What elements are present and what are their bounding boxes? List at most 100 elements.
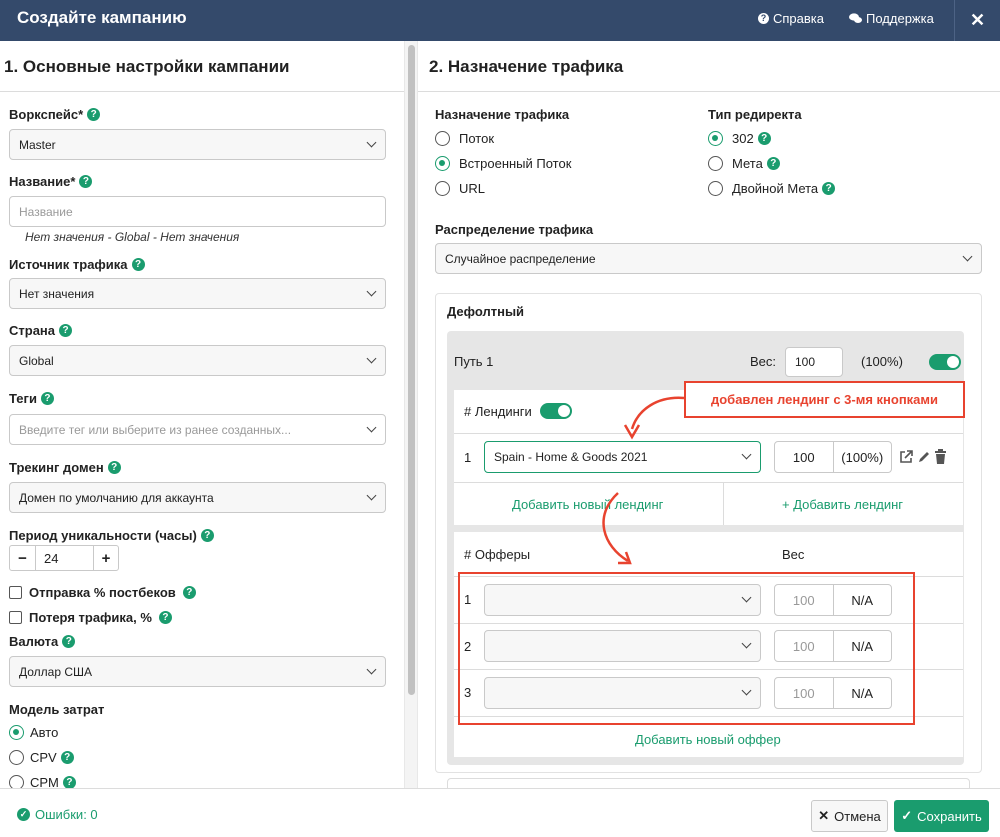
landers-toggle[interactable] (540, 403, 572, 419)
destination-flow-radio[interactable]: Поток (435, 131, 494, 146)
workspace-label-text: Ворк­спейс* (9, 107, 84, 122)
help-icon[interactable]: ? (60, 751, 74, 764)
external-link-icon[interactable] (899, 450, 913, 464)
question-icon: ? (758, 13, 769, 24)
next-path-card (447, 778, 970, 788)
divider (0, 91, 404, 92)
path-label: Путь 1 (454, 354, 494, 369)
support-link[interactable]: Поддержка (849, 11, 934, 26)
help-icon[interactable]: ? (87, 108, 101, 121)
tags-label-text: Теги (9, 391, 37, 406)
help-link[interactable]: ? Справка (758, 11, 824, 26)
pencil-icon[interactable] (917, 450, 931, 464)
postback-checkbox[interactable]: Отправка % постбеков ? (9, 585, 196, 600)
cancel-button[interactable]: ✕ Отмена (811, 800, 888, 832)
checkbox-box (9, 586, 22, 599)
destination-url-label: URL (459, 181, 486, 196)
save-button[interactable]: ✓ Сохранить (894, 800, 989, 832)
scrollbar-thumb[interactable] (408, 45, 415, 695)
uniqueness-input[interactable]: 24 (35, 546, 94, 570)
cost-model-auto-radio[interactable]: Авто (9, 725, 58, 740)
basic-settings-title: 1. Основные настройки кампании (4, 57, 290, 76)
help-icon[interactable]: ? (40, 392, 54, 405)
redirect-double-meta-radio[interactable]: Двойной Мета ? (708, 181, 836, 196)
country-select[interactable]: Global (9, 345, 386, 376)
chat-icon (849, 13, 862, 23)
currency-value: Доллар США (19, 664, 93, 679)
redirect-meta-radio[interactable]: Мета ? (708, 156, 780, 171)
help-icon[interactable]: ? (822, 182, 836, 195)
cost-model-cpv-radio[interactable]: CPV ? (9, 750, 74, 765)
tracking-domain-select[interactable]: Домен по умолчанию для аккаунта (9, 482, 386, 513)
tags-select[interactable]: Введите тег или выберите из ранее создан… (9, 414, 386, 445)
destination-label: Назначение трафика (435, 107, 570, 122)
modal-title: Создайте кампанию (17, 8, 187, 27)
modal-footer: ✓ Ошибки: 0 ✕ Отмена ✓ Сохранить (0, 788, 1000, 837)
help-icon[interactable]: ? (62, 776, 76, 788)
chevron-down-icon (366, 137, 377, 148)
increment-button[interactable]: + (94, 546, 118, 570)
country-label: Страна ? (9, 323, 73, 338)
annotation-callout: добавлен лендинг с 3-мя кнопками (684, 381, 965, 418)
divider (723, 482, 724, 525)
decrement-button[interactable]: − (10, 546, 35, 570)
redirect-302-label: 302 (732, 131, 754, 146)
left-scrollbar[interactable] (404, 41, 418, 788)
help-icon[interactable]: ? (766, 157, 780, 170)
chevron-down-icon (366, 664, 377, 675)
help-icon[interactable]: ? (79, 175, 93, 188)
workspace-select[interactable]: Master (9, 129, 386, 160)
help-icon[interactable]: ? (158, 611, 172, 624)
lander-index: 1 (464, 450, 472, 465)
add-lander-link[interactable]: + Добавить лендинг (782, 497, 903, 512)
help-icon[interactable]: ? (131, 258, 145, 271)
destination-url-radio[interactable]: URL (435, 181, 485, 196)
lander-weight-percent: (100%) (832, 442, 892, 472)
cost-model-label: Модель затрат (9, 702, 104, 717)
close-button[interactable]: ✕ (954, 0, 1000, 41)
help-icon[interactable]: ? (62, 635, 76, 648)
name-input[interactable]: Название (9, 196, 386, 227)
traffic-source-select[interactable]: Нет значения (9, 278, 386, 309)
errors-status: ✓ Ошибки: 0 (17, 807, 98, 822)
redirect-meta-label: Мета (732, 156, 763, 171)
name-hint: Нет значения - Global - Нет значения (25, 230, 240, 244)
lander-weight-input[interactable]: 100 (775, 442, 833, 472)
radio-dot (435, 156, 450, 171)
radio-dot (435, 181, 450, 196)
chevron-down-icon (366, 490, 377, 501)
cost-model-label-text: Модель затрат (9, 702, 105, 717)
destination-builtin-flow-radio[interactable]: Встроенный Поток (435, 156, 571, 171)
offers-label: # Офферы (464, 547, 531, 562)
cost-model-cpv-label: CPV (30, 750, 57, 765)
cancel-label: Отмена (834, 808, 881, 824)
path-weight-percent: (100%) (861, 354, 903, 369)
basic-settings-panel: 1. Основные настройки кампании Ворк­спей… (0, 41, 404, 788)
tracking-domain-label: Трекинг домен ? (9, 460, 121, 475)
help-link-label: Справка (773, 11, 824, 26)
help-icon[interactable]: ? (200, 529, 214, 542)
help-icon[interactable]: ? (59, 324, 73, 337)
traffic-source-label-text: Источник трафика (9, 257, 128, 272)
name-label: Название* ? (9, 174, 93, 189)
cost-model-cpm-label: CPM (30, 775, 59, 788)
currency-label-text: Валюта (9, 634, 59, 649)
country-label-text: Страна (9, 323, 56, 338)
save-label: Сохранить (917, 808, 982, 824)
path-toggle[interactable] (929, 354, 961, 370)
currency-select[interactable]: Доллар США (9, 656, 386, 687)
check-icon: ✓ (901, 808, 913, 823)
close-icon: ✕ (818, 808, 830, 823)
help-icon[interactable]: ? (107, 461, 121, 474)
annotation-arrows (602, 396, 685, 565)
path-weight-input[interactable]: 100 (785, 347, 843, 377)
trash-icon[interactable] (934, 449, 947, 464)
help-icon[interactable]: ? (757, 132, 771, 145)
errors-label: Ошибки: 0 (35, 807, 98, 822)
add-new-offer-link[interactable]: Добавить новый оффер (635, 732, 781, 747)
distribution-select[interactable]: Случайное распределение (435, 243, 982, 274)
help-icon[interactable]: ? (182, 586, 196, 599)
redirect-302-radio[interactable]: 302 ? (708, 131, 771, 146)
traffic-loss-checkbox[interactable]: Потеря трафика, % ? (9, 610, 172, 625)
cost-model-cpm-radio[interactable]: CPM ? (9, 775, 76, 788)
